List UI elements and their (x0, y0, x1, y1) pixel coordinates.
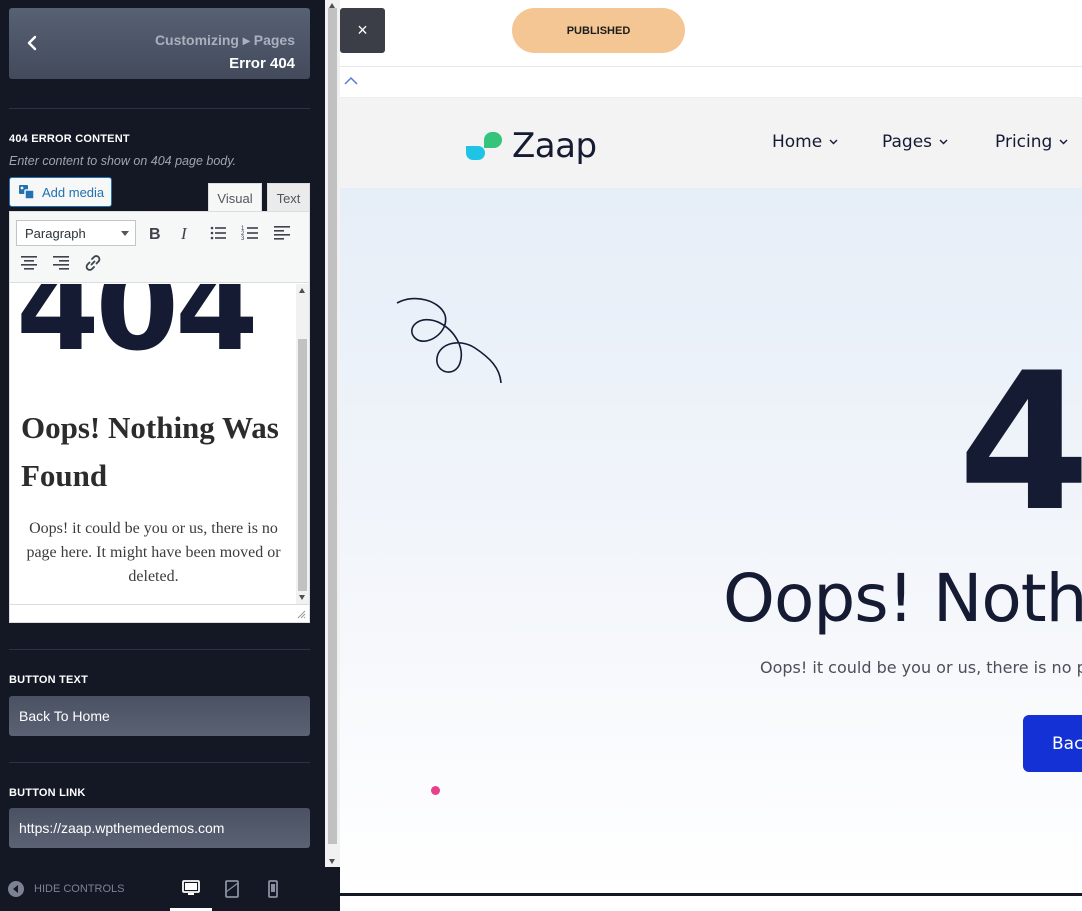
scroll-down-icon (299, 595, 305, 600)
align-right-icon (53, 256, 69, 270)
device-tablet-button[interactable] (211, 867, 253, 911)
desktop-icon (182, 879, 200, 895)
squiggle-decoration-icon (396, 297, 502, 383)
hero-404-number: 404 (958, 332, 1082, 553)
editor-statusbar (10, 604, 309, 622)
align-center-icon (21, 256, 37, 270)
format-select[interactable]: Paragraph (16, 220, 136, 246)
hero-title: Oops! Nothing Was Found (723, 560, 1082, 637)
align-left-icon (274, 226, 290, 240)
button-text-input[interactable]: Back To Home (9, 696, 310, 736)
hero-section: 404 Oops! Nothing Was Found Oops! it cou… (340, 188, 1082, 893)
site-preview: × PUBLISHED Zaap Home Pages Pricing 4 Oo… (340, 0, 1082, 911)
scroll-up-icon (299, 288, 305, 293)
scrollbar-thumb[interactable] (328, 8, 337, 844)
nav-item-pages[interactable]: Pages (882, 132, 948, 152)
add-media-label: Add media (42, 184, 105, 200)
align-left-button[interactable] (269, 220, 295, 246)
editor-404-number: 404 (16, 284, 258, 378)
divider (9, 108, 310, 109)
nav-item-label: Pages (882, 132, 933, 152)
chevron-left-icon (27, 35, 37, 51)
logo-mark-icon (466, 132, 502, 160)
button-text-label: BUTTON TEXT (9, 674, 88, 686)
italic-button[interactable]: I (172, 220, 198, 246)
align-center-button[interactable] (16, 250, 42, 276)
hide-controls-button[interactable]: Hide Controls (8, 881, 124, 897)
mobile-icon (268, 880, 278, 898)
chevron-down-icon (829, 139, 838, 145)
svg-text:I: I (180, 224, 188, 242)
link-icon (85, 255, 101, 271)
publish-status-button[interactable]: PUBLISHED (512, 8, 685, 53)
dot-decoration (431, 786, 440, 795)
divider (9, 762, 310, 763)
back-button[interactable] (19, 30, 45, 56)
nav-item-label: Home (772, 132, 823, 152)
media-icon (19, 185, 35, 200)
divider (9, 649, 310, 650)
customizer-footer: Hide Controls (0, 867, 340, 911)
svg-text:3: 3 (241, 236, 245, 242)
scroll-down-icon (329, 859, 335, 864)
tab-text[interactable]: Text (267, 183, 310, 212)
nav-item-pricing[interactable]: Pricing (995, 132, 1068, 152)
site-header: Zaap Home Pages Pricing (340, 98, 1082, 188)
button-link-input[interactable]: https://zaap.wpthemedemos.com (9, 808, 310, 848)
bullet-list-button[interactable] (205, 220, 231, 246)
close-customizer-button[interactable]: × (340, 8, 385, 53)
tablet-icon (225, 880, 239, 898)
bullet-list-icon (210, 226, 226, 240)
insert-link-button[interactable] (80, 250, 106, 276)
chevron-up-icon[interactable] (343, 73, 359, 89)
error-content-description: Enter content to show on 404 page body. (9, 154, 237, 168)
button-link-label: BUTTON LINK (9, 787, 86, 799)
align-right-button[interactable] (48, 250, 74, 276)
error-content-label: 404 ERROR CONTENT (9, 133, 130, 145)
back-to-home-button[interactable]: Back To Home (1023, 715, 1082, 772)
logo-text: Zaap (512, 126, 597, 166)
scrollbar-thumb[interactable] (298, 339, 307, 591)
collapse-icon (8, 881, 24, 897)
admin-bar (340, 66, 1082, 98)
nav-item-label: Pricing (995, 132, 1053, 152)
bold-button[interactable]: B (141, 220, 167, 246)
bottom-border (340, 893, 1082, 896)
editor-toolbar: Paragraph B I 1 2 3 (10, 212, 309, 283)
editor-paragraph: Oops! it could be you or us, there is no… (26, 520, 281, 585)
editor-heading: Oops! Nothing Was Found (21, 410, 279, 493)
italic-icon: I (180, 224, 188, 242)
section-title: Error 404 (229, 55, 295, 72)
hero-text: Oops! it could be you or us, there is no… (760, 658, 1082, 677)
chevron-down-icon (1059, 139, 1068, 145)
editor-content[interactable]: 404 Oops! Nothing Was Found Oops! it cou… (10, 284, 296, 604)
numbered-list-button[interactable]: 1 2 3 (237, 220, 263, 246)
customizer-sidebar: Customizing ▸ Pages Error 404 404 ERROR … (0, 0, 325, 911)
numbered-list-icon: 1 2 3 (241, 226, 258, 242)
add-media-button[interactable]: Add media (9, 177, 112, 207)
sidebar-scrollbar[interactable] (325, 0, 340, 867)
resize-handle-icon[interactable] (296, 609, 306, 619)
caret-down-icon (121, 231, 129, 236)
wysiwyg-editor: Paragraph B I 1 2 3 404 Oops! Nothing Wa… (9, 211, 310, 623)
breadcrumb: Customizing ▸ Pages (154, 32, 295, 48)
nav-item-home[interactable]: Home (772, 132, 838, 152)
bold-icon: B (149, 226, 161, 242)
device-desktop-button[interactable] (170, 867, 212, 911)
tab-visual[interactable]: Visual (208, 183, 262, 212)
hide-controls-label: Hide Controls (34, 883, 125, 895)
device-mobile-button[interactable] (252, 867, 294, 911)
svg-text:B: B (149, 226, 161, 242)
section-header: Customizing ▸ Pages Error 404 (9, 8, 310, 79)
format-select-value: Paragraph (25, 225, 86, 241)
site-logo[interactable]: Zaap (466, 126, 597, 166)
editor-scrollbar[interactable] (296, 284, 309, 604)
chevron-down-icon (939, 139, 948, 145)
